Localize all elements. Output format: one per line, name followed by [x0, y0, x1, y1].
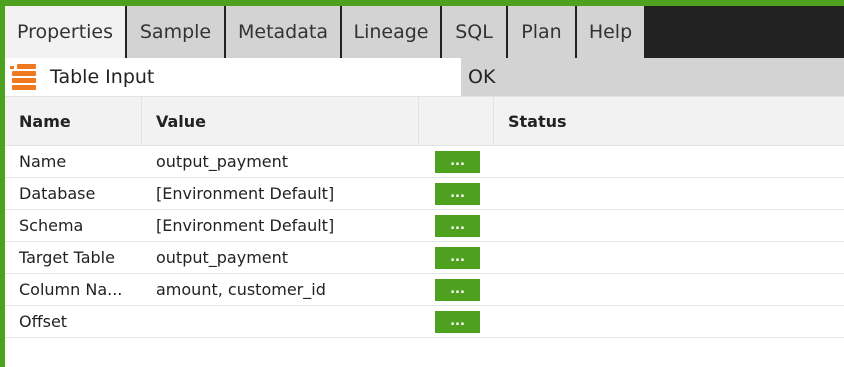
- property-value[interactable]: [142, 306, 419, 337]
- property-name: Target Table: [19, 248, 115, 267]
- tab-sample[interactable]: Sample: [127, 6, 224, 58]
- tab-sql[interactable]: SQL: [442, 6, 506, 58]
- property-status: [494, 210, 844, 241]
- column-header-value[interactable]: Value: [142, 97, 419, 145]
- tab-metadata[interactable]: Metadata: [226, 6, 340, 58]
- property-value[interactable]: output_payment: [142, 146, 419, 177]
- tab-help[interactable]: Help: [577, 6, 644, 58]
- properties-table: Name Value Status Name output_payment ..…: [5, 96, 844, 338]
- property-cell-button: ...: [419, 306, 494, 337]
- edit-property-button[interactable]: ...: [435, 246, 480, 269]
- table-row[interactable]: Target Table output_payment ...: [5, 242, 844, 274]
- property-value[interactable]: [Environment Default]: [142, 210, 419, 241]
- property-cell-button: ...: [419, 274, 494, 305]
- edit-property-button[interactable]: ...: [435, 214, 480, 237]
- column-header-status[interactable]: Status: [494, 97, 844, 145]
- property-name: Offset: [19, 312, 68, 331]
- property-status: [494, 242, 844, 273]
- table-row[interactable]: Database [Environment Default] ...: [5, 178, 844, 210]
- tab-plan[interactable]: Plan: [508, 6, 575, 58]
- property-status: [494, 146, 844, 177]
- edit-property-button[interactable]: ...: [435, 310, 480, 333]
- property-value[interactable]: [Environment Default]: [142, 178, 419, 209]
- property-name: Database: [19, 184, 96, 203]
- tab-strip: Properties Sample Metadata Lineage SQL P…: [5, 6, 844, 58]
- table-row[interactable]: Name output_payment ...: [5, 146, 844, 178]
- property-cell-button: ...: [419, 178, 494, 209]
- column-header-button[interactable]: [419, 97, 494, 145]
- component-name-cell: Table Input: [5, 58, 461, 96]
- property-status: [494, 306, 844, 337]
- tab-properties[interactable]: Properties: [5, 6, 125, 58]
- table-header: Name Value Status: [5, 96, 844, 146]
- table-input-icon: [10, 64, 36, 90]
- property-status: [494, 178, 844, 209]
- edit-property-button[interactable]: ...: [435, 278, 480, 301]
- properties-panel: Properties Sample Metadata Lineage SQL P…: [0, 0, 844, 367]
- table-row[interactable]: Offset ...: [5, 306, 844, 338]
- component-header: Table Input OK: [5, 58, 844, 96]
- edit-property-button[interactable]: ...: [435, 182, 480, 205]
- property-cell-button: ...: [419, 210, 494, 241]
- property-name: Column Na...: [19, 280, 123, 299]
- property-cell-button: ...: [419, 146, 494, 177]
- property-name: Schema: [19, 216, 84, 235]
- component-status: OK: [461, 58, 844, 96]
- property-value[interactable]: amount, customer_id: [142, 274, 419, 305]
- property-value[interactable]: output_payment: [142, 242, 419, 273]
- tab-lineage[interactable]: Lineage: [342, 6, 440, 58]
- property-cell-button: ...: [419, 242, 494, 273]
- table-row[interactable]: Column Na... amount, customer_id ...: [5, 274, 844, 306]
- property-name: Name: [19, 152, 67, 171]
- table-row[interactable]: Schema [Environment Default] ...: [5, 210, 844, 242]
- edit-property-button[interactable]: ...: [435, 150, 480, 173]
- component-name: Table Input: [50, 66, 155, 88]
- property-status: [494, 274, 844, 305]
- column-header-name[interactable]: Name: [5, 97, 142, 145]
